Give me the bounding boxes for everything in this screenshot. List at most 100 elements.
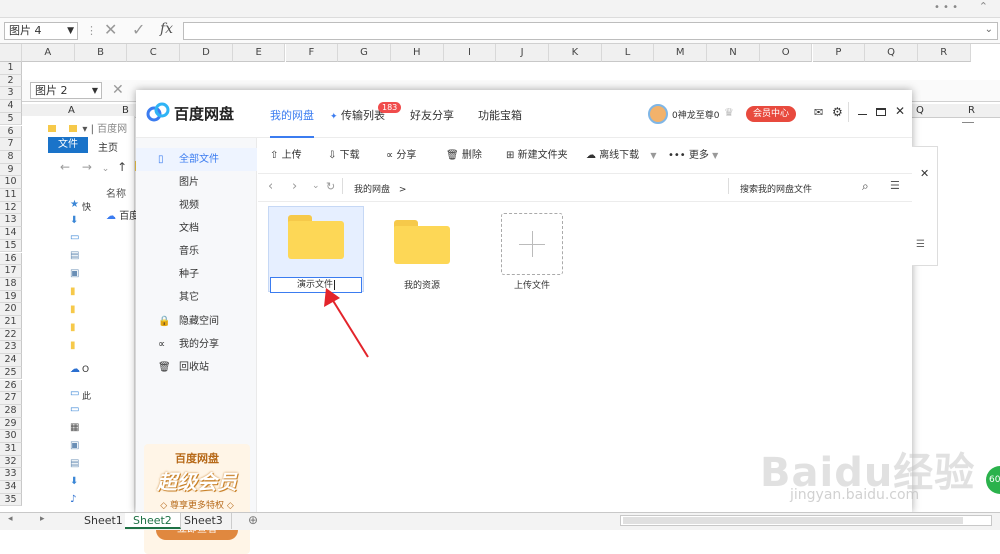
name-box[interactable]: 图片 4 ▼: [4, 22, 78, 40]
download-icon[interactable]: ⬇: [70, 215, 78, 226]
breadcrumb-root[interactable]: 我的网盘: [354, 185, 390, 195]
row-header[interactable]: 33: [0, 468, 22, 482]
delete-button[interactable]: 🗑 删除: [446, 148, 482, 164]
tab-friend-share[interactable]: 好友分享: [410, 107, 454, 123]
tab-transfer-list[interactable]: ✦ 传输列表: [330, 107, 385, 123]
computer-icon[interactable]: ▭: [70, 388, 79, 399]
row-header[interactable]: 27: [0, 392, 22, 405]
scrollbar-thumb[interactable]: [623, 517, 963, 524]
row-header[interactable]: 21: [0, 316, 22, 329]
row-header[interactable]: 10: [0, 176, 22, 189]
vip-center-button[interactable]: 会员中心: [746, 106, 796, 122]
column-header[interactable]: D: [180, 44, 233, 62]
collapse-icon[interactable]: ⌃: [979, 0, 988, 13]
row-header[interactable]: 8: [0, 150, 22, 164]
forward-chevron-icon[interactable]: ›: [292, 179, 297, 194]
column-header[interactable]: E: [232, 44, 286, 62]
chevron-down-icon[interactable]: ▼: [92, 83, 98, 98]
column-header[interactable]: G: [338, 44, 391, 62]
chevron-down-icon[interactable]: ⌄: [985, 24, 993, 35]
chevron-down-icon[interactable]: ▼: [712, 151, 718, 160]
avatar[interactable]: [648, 104, 668, 124]
more-icon[interactable]: • • •: [934, 2, 958, 13]
row-header[interactable]: 30: [0, 430, 22, 443]
list-view-icon[interactable]: ☰: [890, 179, 900, 192]
row-header[interactable]: 18: [0, 277, 22, 291]
tab-toolbox[interactable]: 功能宝箱: [478, 107, 522, 123]
column-header[interactable]: O: [759, 44, 813, 62]
next-sheet-icon[interactable]: ▸: [40, 514, 45, 524]
minimize-icon[interactable]: [858, 114, 867, 115]
new-folder-button[interactable]: ⊞ 新建文件夹: [506, 148, 568, 164]
sidebar-item[interactable]: 种子: [136, 263, 257, 286]
sidebar-item[interactable]: 视频: [136, 194, 257, 217]
column-header[interactable]: M: [654, 44, 708, 62]
add-sheet-icon[interactable]: ⊕: [248, 513, 258, 527]
explorer-home-tab[interactable]: 主页: [98, 139, 118, 154]
download-button[interactable]: ⇩ 下载: [328, 148, 360, 164]
sidebar-item[interactable]: 🗑 回收站: [136, 356, 257, 379]
download-icon[interactable]: ⬇: [70, 476, 78, 487]
gear-icon[interactable]: ⚙: [832, 105, 843, 119]
sidebar-item[interactable]: 音乐: [136, 240, 257, 263]
row-header[interactable]: 15: [0, 239, 22, 253]
prev-sheet-icon[interactable]: ◂: [8, 514, 13, 524]
close-icon[interactable]: ✕: [895, 104, 905, 118]
horizontal-scrollbar[interactable]: [620, 515, 992, 526]
select-all-corner[interactable]: [0, 44, 22, 62]
fx-icon[interactable]: fx: [160, 21, 173, 37]
sidebar-item[interactable]: 其它: [136, 286, 257, 309]
formula-bar-menu-icon[interactable]: ⋮: [86, 24, 97, 37]
document-icon[interactable]: ▤: [70, 458, 79, 469]
column-header[interactable]: F: [285, 44, 339, 62]
row-header[interactable]: 17: [0, 265, 22, 278]
cancel-icon[interactable]: ✕: [112, 82, 124, 98]
row-header[interactable]: 6: [0, 125, 22, 139]
upload-button[interactable]: ⇧ 上传: [270, 148, 302, 164]
row-header[interactable]: 22: [0, 328, 22, 342]
username[interactable]: 0神龙至尊0: [672, 108, 719, 121]
column-header[interactable]: J: [496, 44, 549, 62]
row-header[interactable]: 5: [0, 112, 22, 126]
sheet-tab[interactable]: Sheet2: [125, 513, 181, 529]
sidebar-item[interactable]: 图片: [136, 171, 257, 194]
close-icon[interactable]: ✕: [920, 167, 929, 180]
row-header[interactable]: 7: [0, 138, 22, 151]
music-icon[interactable]: ♪: [70, 494, 76, 505]
row-header[interactable]: 16: [0, 252, 22, 266]
column-header[interactable]: R: [917, 44, 971, 62]
column-header[interactable]: C: [127, 44, 181, 62]
row-header[interactable]: 12: [0, 201, 22, 215]
sheet-tab[interactable]: Sheet3: [176, 513, 232, 529]
inner-name-box[interactable]: 图片 2 ▼: [30, 82, 102, 99]
search-input[interactable]: 搜索我的网盘文件: [740, 182, 812, 195]
row-header[interactable]: 11: [0, 189, 22, 202]
row-header[interactable]: 19: [0, 290, 22, 304]
column-header[interactable]: H: [390, 44, 444, 62]
column-header[interactable]: Q: [865, 44, 918, 62]
formula-input[interactable]: ⌄: [183, 22, 998, 40]
upload-tile[interactable]: [501, 213, 563, 275]
picture-icon[interactable]: ▣: [70, 440, 79, 451]
list-view-icon[interactable]: ☰: [916, 239, 925, 250]
row-header[interactable]: 34: [0, 481, 22, 494]
folder-icon[interactable]: ▮: [70, 340, 76, 351]
row-header[interactable]: 35: [0, 493, 22, 507]
column-header[interactable]: P: [812, 44, 866, 62]
column-header[interactable]: K: [549, 44, 602, 62]
minimize-icon[interactable]: [962, 122, 974, 123]
breadcrumb[interactable]: 我的网盘 >: [354, 182, 406, 195]
file-item[interactable]: 我的资源: [382, 206, 478, 292]
sidebar-item[interactable]: ▯ 全部文件: [136, 148, 257, 171]
explorer-list-item[interactable]: ☁ 百度: [106, 207, 139, 222]
chevron-down-icon[interactable]: ⌄: [102, 164, 110, 174]
enter-icon[interactable]: ✓: [132, 20, 145, 39]
sidebar-item[interactable]: 文档: [136, 217, 257, 240]
picture-icon[interactable]: ▣: [70, 268, 79, 279]
row-header[interactable]: 31: [0, 443, 22, 456]
offline-download-button[interactable]: ☁ 离线下载 ▼: [586, 148, 657, 164]
row-header[interactable]: 26: [0, 379, 22, 393]
document-icon[interactable]: ▤: [70, 250, 79, 261]
column-header[interactable]: L: [601, 44, 655, 62]
desktop-icon[interactable]: ▭: [70, 232, 79, 243]
